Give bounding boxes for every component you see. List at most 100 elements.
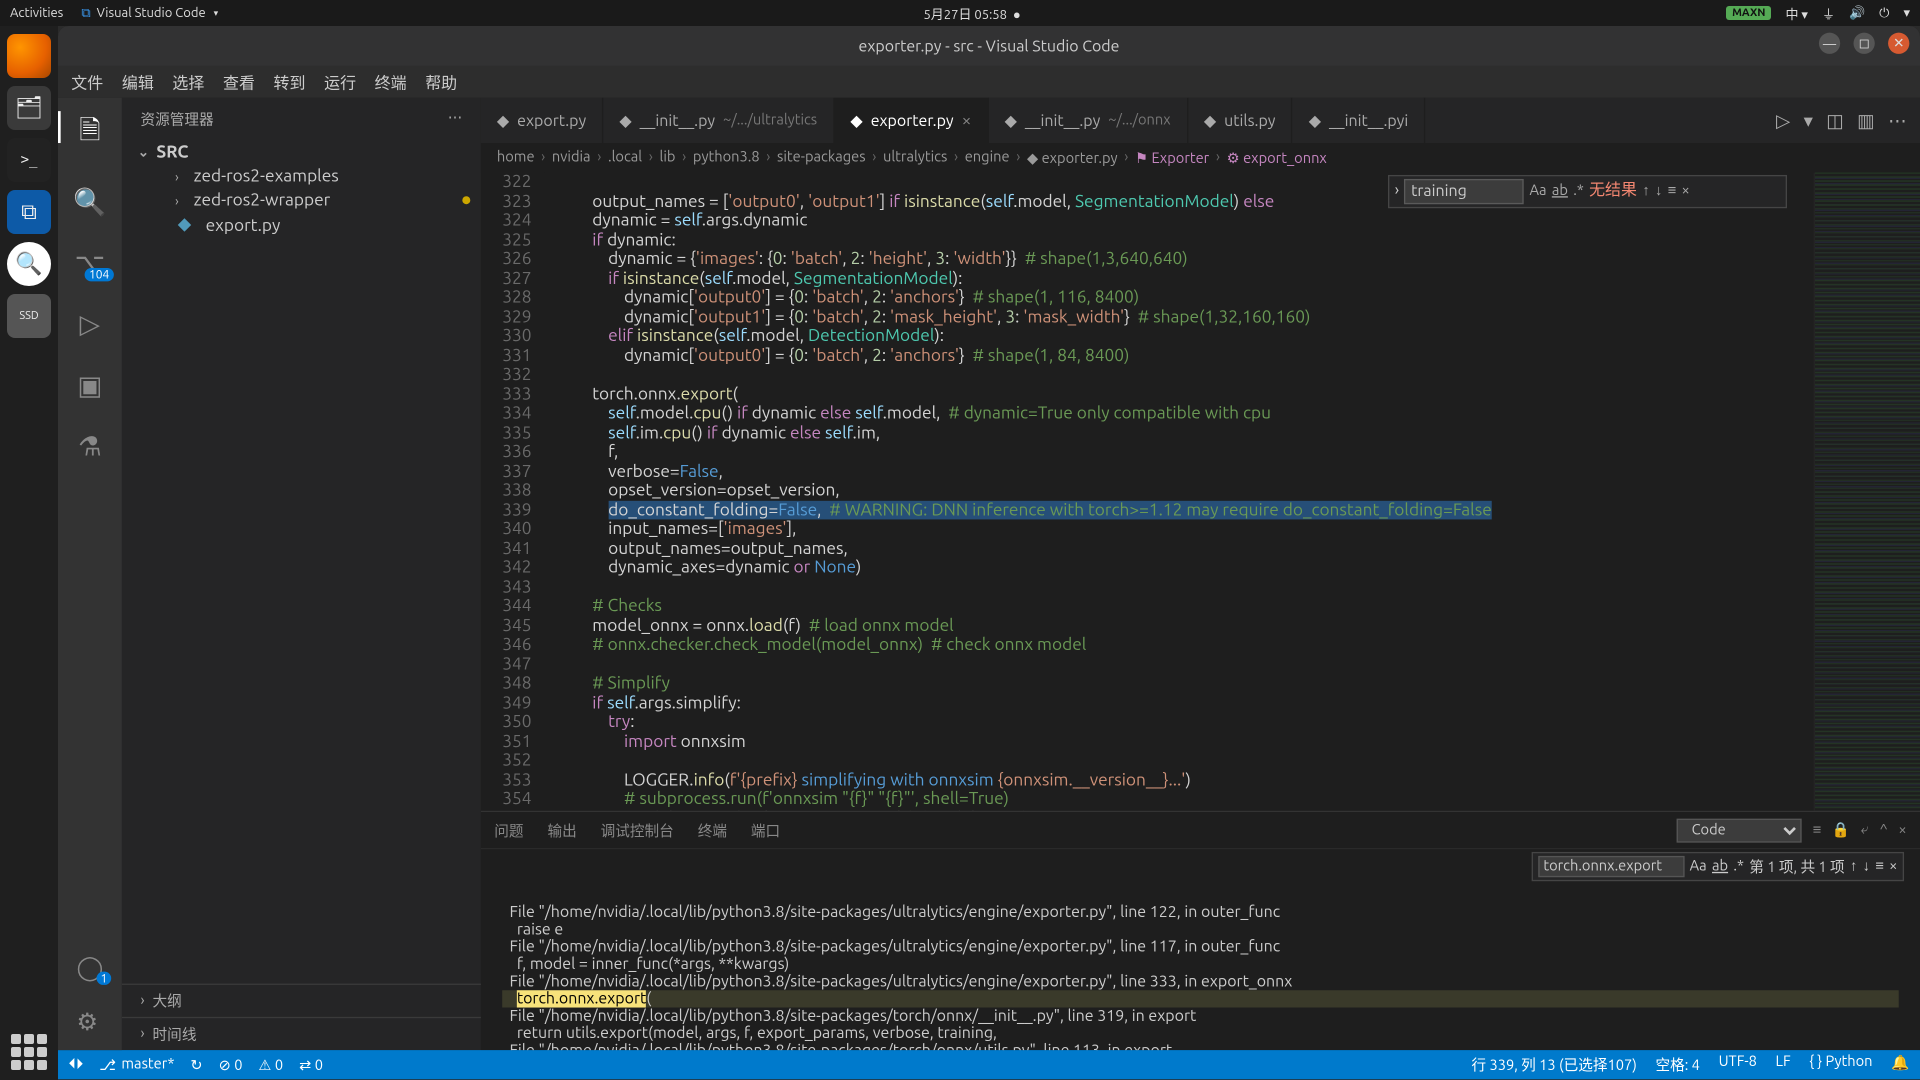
- panel-filter-select[interactable]: Code: [1677, 819, 1802, 843]
- tab-export[interactable]: ◆ export.py: [481, 98, 604, 143]
- activity-extensions[interactable]: ▣: [77, 369, 102, 401]
- tab-init-pyi[interactable]: ◆ __init__.pyi: [1293, 98, 1426, 143]
- panel-find-widget: Aaab.* 第 1 项, 共 1 项 ↑↓ ≡×: [1531, 853, 1904, 882]
- activity-settings[interactable]: ⚙: [77, 1009, 104, 1037]
- panel-find-input[interactable]: [1538, 857, 1684, 878]
- status-eol[interactable]: LF: [1776, 1055, 1791, 1076]
- find-prev-icon[interactable]: ↑: [1642, 182, 1649, 201]
- app-indicator[interactable]: ⧉ Visual Studio Code ▾: [81, 6, 218, 21]
- tree-item-zed-examples[interactable]: ›zed-ros2-examples: [122, 164, 481, 188]
- activity-test[interactable]: ⚗: [78, 430, 102, 462]
- minimap[interactable]: [1814, 172, 1920, 811]
- panel-tab-debug[interactable]: 调试控制台: [601, 817, 674, 844]
- status-language[interactable]: { } Python: [1809, 1055, 1872, 1076]
- menu-run[interactable]: 运行: [324, 71, 356, 94]
- window-minimize[interactable]: —: [1819, 33, 1840, 54]
- find-result: 无结果: [1589, 182, 1637, 201]
- panel-output[interactable]: Aaab.* 第 1 项, 共 1 项 ↑↓ ≡× File "/home/nv…: [481, 850, 1920, 1051]
- editor[interactable]: › Aa ab .* 无结果 ↑ ↓ ≡ × 322 323 324 325 3…: [481, 172, 1920, 811]
- dock-apps-grid[interactable]: [0, 1034, 58, 1070]
- find-expand-icon[interactable]: ›: [1395, 182, 1399, 201]
- tab-close-icon[interactable]: ×: [962, 111, 972, 130]
- panel-lock-icon[interactable]: 🔒: [1832, 822, 1850, 839]
- volume-icon[interactable]: 🔊: [1849, 6, 1865, 21]
- panel-tab-output[interactable]: 输出: [547, 817, 576, 844]
- panel-max-icon[interactable]: ^: [1880, 823, 1888, 839]
- panel-close-icon[interactable]: ×: [1898, 823, 1906, 839]
- menu-view[interactable]: 查看: [223, 71, 255, 94]
- tree-item-zed-wrapper[interactable]: ›zed-ros2-wrapper: [122, 188, 481, 212]
- menu-help[interactable]: 帮助: [425, 71, 457, 94]
- window-close[interactable]: ✕: [1888, 33, 1909, 54]
- find-close-icon[interactable]: ×: [1681, 182, 1689, 201]
- run-icon[interactable]: ▷: [1776, 109, 1790, 132]
- sidebar-outline[interactable]: ›大纲: [122, 984, 481, 1017]
- status-branch[interactable]: ⎇ master*: [99, 1057, 174, 1074]
- activity-debug[interactable]: ▷: [80, 308, 100, 340]
- status-encoding[interactable]: UTF-8: [1719, 1055, 1757, 1076]
- dock-terminal[interactable]: >_: [7, 138, 51, 182]
- tab-exporter[interactable]: ◆ exporter.py ×: [834, 98, 988, 143]
- find-regex-icon[interactable]: .*: [1573, 182, 1584, 201]
- menu-selection[interactable]: 选择: [172, 71, 204, 94]
- gnome-top-bar: Activities ⧉ Visual Studio Code ▾ 5月27日 …: [0, 0, 1920, 26]
- status-sync[interactable]: ↻: [190, 1057, 202, 1074]
- menu-file[interactable]: 文件: [71, 71, 103, 94]
- layout-icon[interactable]: ▥: [1857, 109, 1875, 132]
- window-title: exporter.py - src - Visual Studio Code: [859, 37, 1120, 54]
- tree-item-export-py[interactable]: ◆ export.py: [122, 212, 481, 237]
- status-spaces[interactable]: 空格: 4: [1655, 1055, 1699, 1076]
- clock[interactable]: 5月27日 05:58 ●: [218, 4, 1726, 23]
- menu-terminal[interactable]: 终端: [375, 71, 407, 94]
- activity-scm[interactable]: ⌥: [75, 247, 106, 279]
- more-icon[interactable]: ⋯: [1888, 109, 1907, 132]
- panel-tab-terminal[interactable]: 终端: [698, 817, 727, 844]
- menubar: 文件 编辑 选择 查看 转到 运行 终端 帮助: [58, 66, 1920, 98]
- wifi-icon[interactable]: ⏚: [1822, 4, 1835, 23]
- status-bell-icon[interactable]: 🔔: [1891, 1055, 1909, 1076]
- panel-tab-problems[interactable]: 问题: [494, 817, 523, 844]
- sidebar-timeline[interactable]: ›时间线: [122, 1017, 481, 1050]
- tab-bar: ◆ export.py ◆ __init__.py ~/.../ultralyt…: [481, 98, 1920, 143]
- panel-wrap-icon[interactable]: ⤶: [1861, 822, 1869, 839]
- activity-explorer[interactable]: 🗎: [79, 111, 100, 156]
- find-widget: › Aa ab .* 无结果 ↑ ↓ ≡ ×: [1388, 175, 1787, 208]
- status-errors[interactable]: ⊘ 0: [219, 1057, 243, 1074]
- find-next-icon[interactable]: ↓: [1655, 182, 1662, 201]
- find-input[interactable]: [1404, 179, 1524, 204]
- status-ports[interactable]: ⇄ 0: [299, 1057, 323, 1074]
- find-case-icon[interactable]: Aa: [1529, 182, 1546, 201]
- power-icon[interactable]: ⏻: [1879, 6, 1889, 21]
- activity-account[interactable]: ◯: [77, 955, 104, 983]
- ime-indicator[interactable]: 中 ▾: [1785, 4, 1808, 23]
- menu-edit[interactable]: 编辑: [122, 71, 154, 94]
- find-word-icon[interactable]: ab: [1552, 182, 1568, 201]
- tab-init-ultra[interactable]: ◆ __init__.py ~/.../ultralytics: [603, 98, 834, 143]
- window-maximize[interactable]: ◻: [1854, 33, 1875, 54]
- status-position[interactable]: 行 339, 列 13 (已选择107): [1471, 1055, 1636, 1076]
- dock-files[interactable]: 🗂: [7, 86, 51, 130]
- sidebar-more-icon[interactable]: ⋯: [448, 108, 463, 129]
- activities-button[interactable]: Activities: [10, 6, 63, 21]
- panel-clear-icon[interactable]: ≡: [1813, 823, 1822, 839]
- dock-firefox[interactable]: [7, 34, 51, 78]
- tree-root[interactable]: ⌄SRC: [122, 140, 481, 164]
- dock: 🗂 >_ ⧉ 🔍 SSD: [0, 26, 58, 1080]
- power-mode-badge[interactable]: MAXN: [1726, 6, 1771, 20]
- menu-go[interactable]: 转到: [274, 71, 306, 94]
- statusbar: ⏴⏵ ⎇ master* ↻ ⊘ 0 ⚠ 0 ⇄ 0 行 339, 列 13 (…: [58, 1051, 1920, 1080]
- tab-init-onnx[interactable]: ◆ __init__.py ~/.../onnx: [989, 98, 1188, 143]
- status-warnings[interactable]: ⚠ 0: [258, 1057, 283, 1074]
- split-icon[interactable]: ◫: [1826, 109, 1844, 132]
- find-selection-icon[interactable]: ≡: [1668, 182, 1677, 201]
- activity-search[interactable]: 🔍: [73, 186, 106, 218]
- breadcrumb[interactable]: home›nvidia›.local›lib›python3.8›site-pa…: [481, 143, 1920, 172]
- dock-magnifier[interactable]: 🔍: [7, 242, 51, 286]
- tab-utils[interactable]: ◆ utils.py: [1188, 98, 1293, 143]
- code-content[interactable]: output_names = ['output0', 'output1'] if…: [545, 172, 1814, 811]
- panel-tab-ports[interactable]: 端口: [751, 817, 780, 844]
- dock-vscode[interactable]: ⧉: [7, 190, 51, 234]
- system-menu-caret[interactable]: ▾: [1903, 6, 1910, 21]
- dock-ssd[interactable]: SSD: [7, 294, 51, 338]
- status-remote[interactable]: ⏴⏵: [69, 1057, 84, 1074]
